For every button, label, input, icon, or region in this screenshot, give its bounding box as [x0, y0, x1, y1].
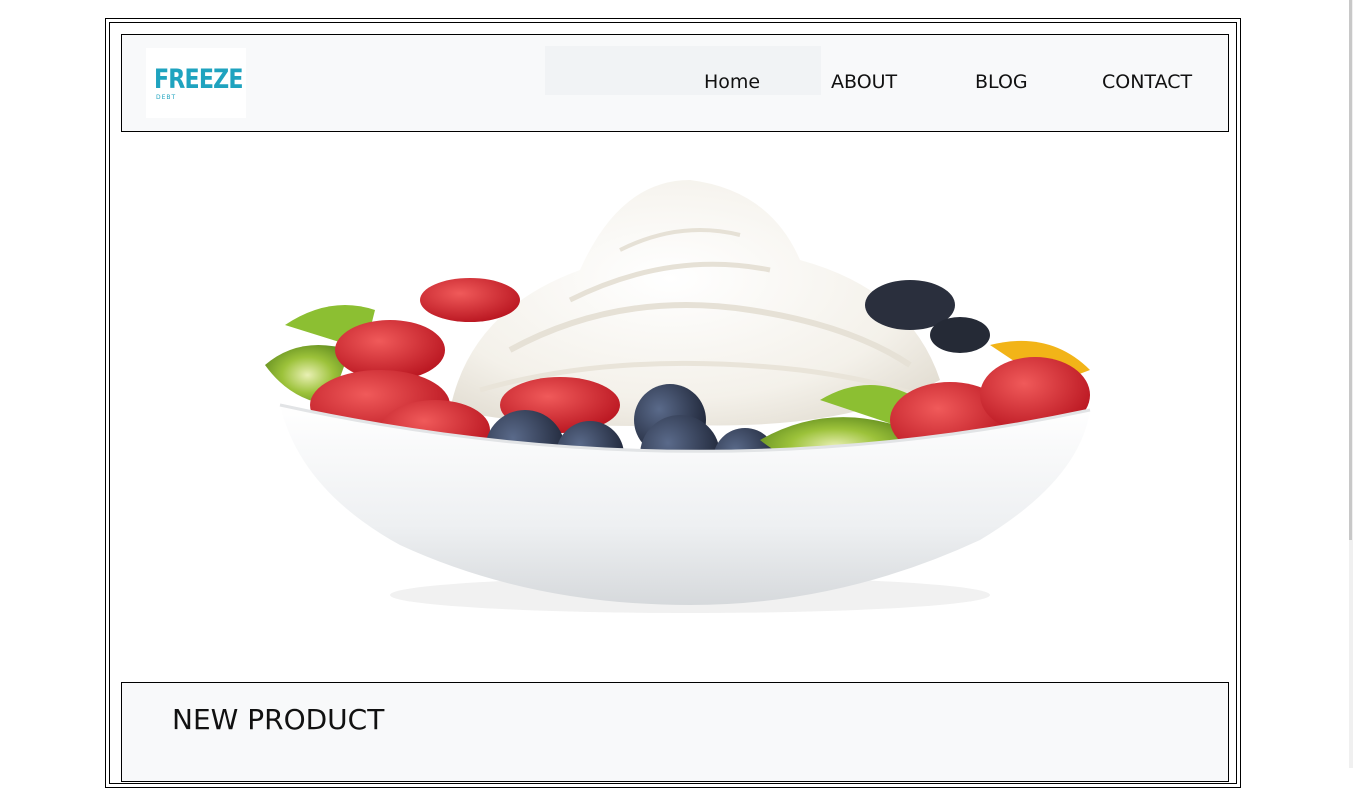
logo-text: FREEZE [154, 63, 244, 95]
nav-blog-link[interactable]: BLOG [975, 71, 1028, 93]
nav-home-link[interactable]: Home [704, 71, 760, 93]
frozen-yogurt-bowl-illustration [265, 180, 1091, 613]
nav-contact-link[interactable]: CONTACT [1102, 71, 1192, 93]
logo[interactable]: FREEZE DEBT [146, 48, 246, 118]
scrollbar-thumb[interactable] [1349, 0, 1352, 540]
faded-header-panel [545, 46, 821, 95]
hero-image [150, 150, 1200, 650]
logo-subtext: DEBT [156, 93, 177, 101]
nav-about-link[interactable]: ABOUT [831, 71, 897, 93]
new-product-section: NEW PRODUCT [121, 682, 1229, 782]
navbar: FREEZE DEBT Home ABOUT BLOG CONTACT [121, 34, 1229, 132]
section-title: NEW PRODUCT [172, 703, 385, 736]
